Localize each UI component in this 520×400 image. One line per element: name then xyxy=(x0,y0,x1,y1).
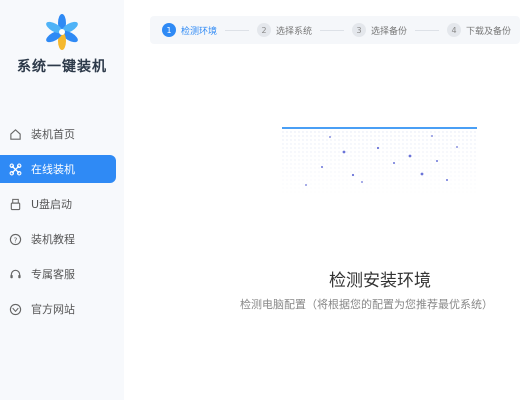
step-number: 2 xyxy=(257,23,272,37)
sidebar-item-website[interactable]: 官方网站 xyxy=(0,295,116,323)
help-circle-icon: ? xyxy=(8,232,22,246)
sidebar-item-label: 专属客服 xyxy=(31,268,75,281)
step-select-backup: 3 选择备份 xyxy=(352,23,407,37)
page-title: 检测安装环境 xyxy=(329,271,431,291)
sidebar-nav: 装机首页 在线装机 U盘启动 ? 装机教程 专属客服 官方网站 xyxy=(0,120,124,330)
step-label: 检测环境 xyxy=(181,26,218,37)
usb-icon xyxy=(8,197,22,211)
scan-animation xyxy=(282,127,477,193)
sidebar-item-usb-boot[interactable]: U盘启动 xyxy=(0,190,116,218)
scan-line xyxy=(282,127,477,129)
app-logo: 系统一键装机 xyxy=(0,14,124,76)
headset-icon xyxy=(8,267,22,281)
install-stepper: 1 检测环境 2 选择系统 3 选择备份 4 下载及备份 xyxy=(150,16,520,44)
step-connector xyxy=(225,29,250,31)
logo-text: 系统一键装机 xyxy=(17,59,107,75)
logo-pinwheel-icon xyxy=(46,14,78,50)
svg-text:?: ? xyxy=(13,235,17,244)
sidebar-item-label: 装机首页 xyxy=(31,128,75,141)
sidebar-item-label: U盘启动 xyxy=(31,198,73,211)
sidebar-item-label: 装机教程 xyxy=(31,233,75,246)
step-number: 4 xyxy=(447,23,462,37)
sidebar-item-online-install[interactable]: 在线装机 xyxy=(0,155,116,183)
sidebar: 系统一键装机 装机首页 在线装机 U盘启动 ? 装机教程 专属客服 官方网站 xyxy=(0,0,124,400)
step-connector xyxy=(415,29,440,31)
step-detect-env: 1 检测环境 xyxy=(162,23,217,37)
step-label: 下载及备份 xyxy=(466,26,512,37)
step-connector xyxy=(320,29,345,31)
sidebar-item-label: 在线装机 xyxy=(31,163,75,176)
step-label: 选择系统 xyxy=(276,26,313,37)
home-icon xyxy=(8,127,22,141)
globe-icon xyxy=(8,302,22,316)
sidebar-item-home[interactable]: 装机首页 xyxy=(0,120,116,148)
installer-window: 系统一键装机 装机首页 在线装机 U盘启动 ? 装机教程 专属客服 官方网站 1… xyxy=(0,0,520,400)
step-label: 选择备份 xyxy=(371,26,408,37)
link-icon xyxy=(8,162,22,176)
step-select-system: 2 选择系统 xyxy=(257,23,312,37)
step-number: 1 xyxy=(162,23,176,37)
step-download-backup: 4 下载及备份 xyxy=(447,23,511,37)
sidebar-item-tutorial[interactable]: ? 装机教程 xyxy=(0,225,116,253)
sidebar-item-label: 官方网站 xyxy=(31,303,75,316)
page-subtitle: 检测电脑配置（将根据您的配置为您推荐最优系统） xyxy=(240,298,493,311)
sidebar-item-support[interactable]: 专属客服 xyxy=(0,260,116,288)
step-number: 3 xyxy=(352,23,367,37)
